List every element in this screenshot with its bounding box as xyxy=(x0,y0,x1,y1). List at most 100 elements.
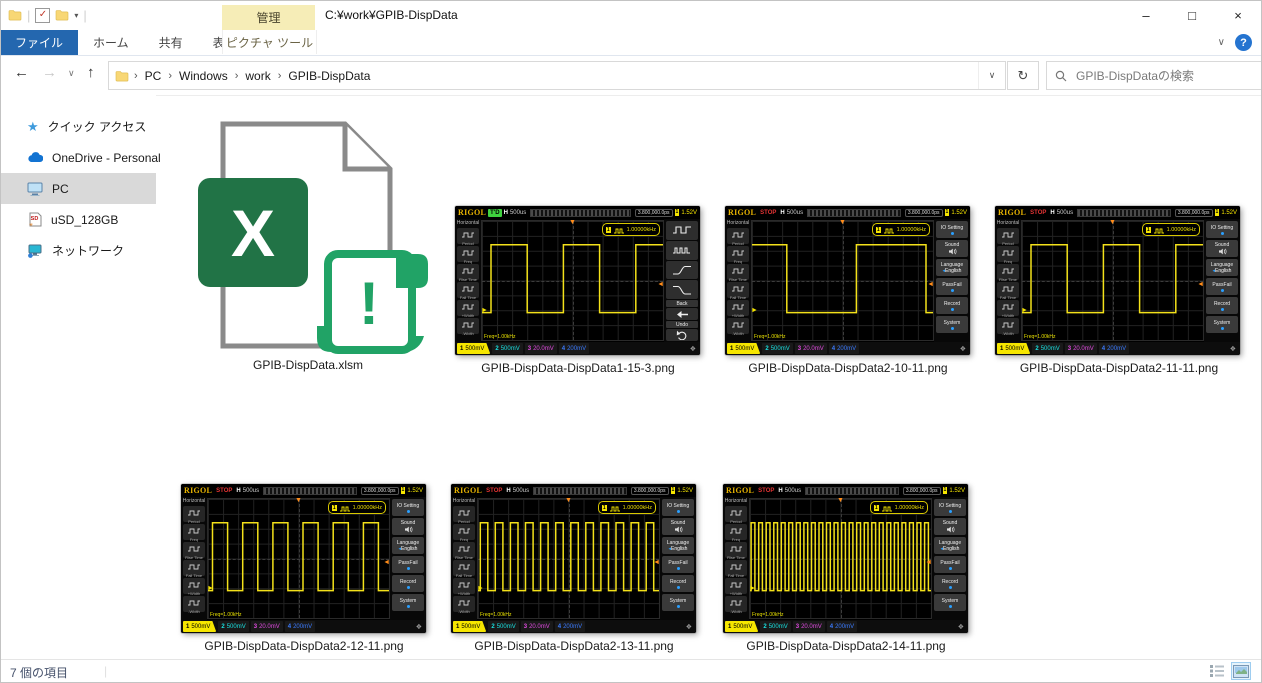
oscilloscope-thumbnail[interactable]: RIGOL STOP H 500us 3.800,000.0ps 1 1.52V Horizo… xyxy=(725,206,970,355)
channel1-level-marker-icon: ► xyxy=(751,306,758,314)
channel-3-tab: 3 20.0mV xyxy=(250,621,283,632)
beeper-icon: ❖ xyxy=(1229,345,1236,353)
menu-button-sound: Sound xyxy=(392,518,424,535)
file-name-label: GPIB-DispData.xlsm xyxy=(252,358,364,372)
h-scale-value: 500us xyxy=(512,487,530,494)
measure-button: Fall Time xyxy=(725,559,747,577)
channel-scale: 500mV xyxy=(1040,345,1060,352)
scope-left-menu: Horizontal Period Freq Rise Time Fall Time +W… xyxy=(723,497,749,620)
measure-wave-icon xyxy=(1001,245,1015,259)
scope-channel-bar: 1 500mV 2 500mV 3 20.0mV 4 200mV ❖ xyxy=(451,620,696,633)
oscilloscope-thumbnail[interactable]: RIGOL STOP H 500us 3.800,000.0ps 1 1.52V Horizo… xyxy=(723,484,968,633)
channel-number: 1 xyxy=(728,623,732,630)
menu-value-text: English xyxy=(1215,267,1232,274)
square-wave-trace xyxy=(752,244,933,314)
speaker-icon xyxy=(948,248,957,255)
menu-button-indicator xyxy=(1220,326,1224,330)
menu-value-text: English xyxy=(671,545,688,552)
freq-badge-channel: 1 xyxy=(1145,226,1151,233)
oscilloscope-thumbnail[interactable]: RIGOL STOP H 500us 3.800,000.0ps 1 1.52V Horizo… xyxy=(451,484,696,633)
square-wave-trace xyxy=(750,522,931,592)
oscilloscope-thumbnail[interactable]: RIGOL T'D H 500us 3.800,000.0ps 1 1.52V Horizon… xyxy=(455,206,700,355)
oscilloscope-thumbnail[interactable]: RIGOL STOP H 500us 3.800,000.0ps 1 1.52V Horizo… xyxy=(181,484,426,633)
menu-button-io-setting: IO Setting xyxy=(662,499,694,516)
item-count-label: 7 個の項目 xyxy=(10,666,69,680)
measure-button: Fall Time xyxy=(997,282,1019,299)
channel-1-tab: 1 500mV xyxy=(725,621,759,632)
menu-button-sound: Sound xyxy=(662,518,694,535)
measure-button: Rise Time xyxy=(997,264,1019,281)
scope-channel-bar: 1 500mV 2 500mV 3 20.0mV 4 200mV ❖ xyxy=(723,620,968,633)
menu-button-back: Back xyxy=(666,300,698,308)
channel-number: 2 xyxy=(763,623,767,630)
scope-channel-bar: 1 500mV 2 500mV 3 20.0mV 4 200mV ❖ xyxy=(181,620,426,633)
measure-button: Fall Time xyxy=(457,282,479,299)
trigger-info: 1 1.52V xyxy=(400,487,423,494)
menu-button-indicator xyxy=(948,509,952,513)
square-wave-trace xyxy=(208,522,389,592)
menu-button-label: System xyxy=(941,597,959,604)
oscilloscope-thumbnail[interactable]: RIGOL STOP H 500us 3.800,000.0ps 1 1.52V Horizo… xyxy=(995,206,1240,355)
channel-scale: 500mV xyxy=(770,345,790,352)
freq-badge-channel: 1 xyxy=(873,504,879,511)
freq-badge-channel: 1 xyxy=(875,226,881,233)
menu-button-waveform xyxy=(666,221,698,240)
square-wave-trace xyxy=(1022,244,1203,314)
beeper-icon: ❖ xyxy=(957,623,964,631)
measure-button-label: -Width xyxy=(462,330,474,336)
trigger-level-marker-icon: ◄ xyxy=(653,558,660,566)
measure-wave-icon xyxy=(187,505,201,519)
measure-button: -Width xyxy=(183,596,205,613)
h-scale-value: 500us xyxy=(1056,209,1074,216)
measure-button-label: -Width xyxy=(732,330,744,336)
menu-button-undo-icon-area xyxy=(666,329,698,341)
channel-scale: 20.0mV xyxy=(259,623,280,630)
beeper-icon: ❖ xyxy=(415,623,422,631)
details-view-button[interactable] xyxy=(1208,663,1226,679)
scope-topbar: RIGOL STOP H 500us 3.800,000.0ps 1 1.52V xyxy=(723,484,968,497)
scope-left-menu: Horizontal Period Freq Rise Time Fall Time +W… xyxy=(725,219,751,342)
menu-button-passfail: PassFail xyxy=(936,278,968,295)
channel-number: 2 xyxy=(1035,345,1039,352)
trigger-position-marker-icon: ▼ xyxy=(569,219,576,226)
rigol-logo: RIGOL xyxy=(728,208,757,217)
menu-button-record: Record xyxy=(1206,297,1238,314)
menu-button-label: Record xyxy=(669,578,687,585)
left-menu-title: Horizontal xyxy=(182,498,206,504)
scope-body: Horizontal Period Freq Rise Time Fall Time +W… xyxy=(451,497,696,620)
freq-badge-wave-icon xyxy=(881,501,893,515)
memory-waveform-bar xyxy=(807,208,901,217)
trigger-source-badge: 1 xyxy=(400,487,406,494)
file-name-label: GPIB-DispData-DispData2-12-11.png xyxy=(204,639,404,653)
measure-button: Fall Time xyxy=(727,282,749,299)
menu-button-indicator xyxy=(950,288,954,292)
thumbnail-view-button[interactable] xyxy=(1231,662,1251,680)
h-scale-label: H xyxy=(503,209,508,216)
trigger-delay-readout: 3.800,000.0ps xyxy=(360,486,399,495)
measure-wave-icon xyxy=(731,299,745,313)
measure-wave-icon xyxy=(729,559,743,573)
freq-badge-wave-icon xyxy=(883,223,895,237)
channel-3-tab: 3 20.0mV xyxy=(524,343,557,354)
freq-badge-value: 1.00000kHz xyxy=(1166,226,1196,233)
h-scale-value: 500us xyxy=(784,487,802,494)
menu-button-sound: Sound xyxy=(1206,240,1238,257)
channel-number: 1 xyxy=(460,345,464,352)
channel-4-tab: 4 200mV xyxy=(826,621,858,632)
channel-number: 4 xyxy=(829,623,834,630)
channel-number: 4 xyxy=(831,345,836,352)
view-toggles xyxy=(1208,662,1251,680)
trigger-info: 1 1.52V xyxy=(944,209,967,216)
memory-waveform-bar xyxy=(530,208,631,217)
menu-button-label: System xyxy=(1213,319,1231,326)
measure-wave-icon xyxy=(731,227,745,241)
memory-waveform-bar xyxy=(263,486,357,495)
left-menu-title: Horizontal xyxy=(726,220,750,226)
measure-button: Freq xyxy=(997,245,1019,263)
channel-2-tab: 2 500mV xyxy=(760,621,791,632)
channel-scale: 200mV xyxy=(563,623,583,630)
speaker-icon xyxy=(404,526,413,533)
left-menu-title: Horizontal xyxy=(724,498,748,504)
measure-button: +Width xyxy=(997,300,1019,317)
channel-number: 3 xyxy=(523,623,528,630)
